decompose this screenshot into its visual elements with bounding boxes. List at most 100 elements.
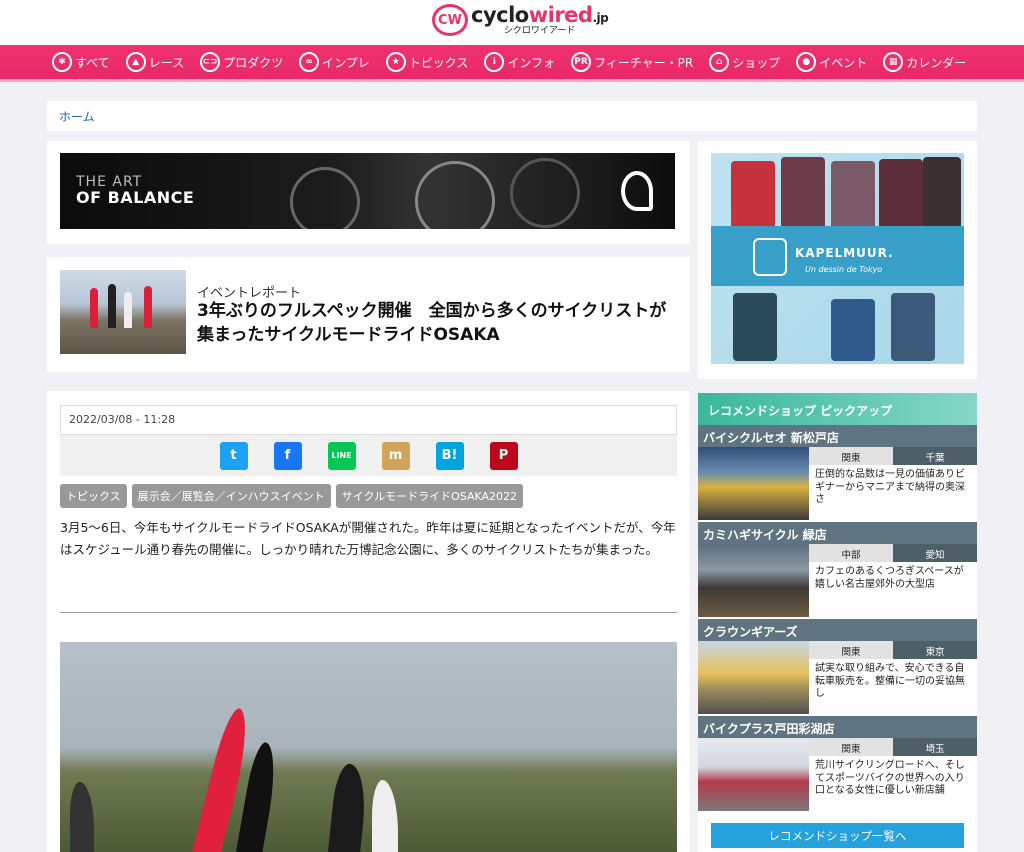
twitter-share-button[interactable]: t — [219, 441, 248, 470]
site-header: CW cyclowired.jp シクロワイアード — [0, 0, 1024, 45]
logo-subtitle: シクロワイアード — [503, 25, 576, 36]
flag-shape — [90, 288, 98, 328]
products-icon: ⊂⊃ — [200, 52, 221, 72]
shop-photo[interactable] — [698, 641, 809, 714]
shop-photo[interactable] — [698, 447, 809, 520]
tag-chip[interactable]: サイクルモードライドOSAKA2022 — [335, 484, 524, 508]
shop-prefecture: 千葉 — [893, 447, 977, 465]
brand-logo-icon — [621, 171, 653, 211]
lead-category: イベントレポート — [197, 286, 302, 301]
person-image — [831, 161, 875, 233]
info-icon: i — [484, 52, 505, 72]
ad-text: THE ART OF BALANCE — [76, 174, 195, 207]
flag-shape — [124, 292, 132, 328]
shop-prefecture: 埼玉 — [893, 738, 977, 756]
brand-name: KAPELMUUR. — [795, 246, 894, 260]
lead-article-card[interactable]: イベントレポート 3年ぶりのフルスペック開催 全国から多くのサイクリストが集まっ… — [47, 257, 690, 372]
facebook-share-button[interactable]: f — [273, 441, 302, 470]
nav-item-label: フィーチャー・PR — [594, 55, 694, 70]
nav-item-label: インフォ — [507, 55, 556, 70]
ad-box: THE ART OF BALANCE — [47, 141, 690, 244]
recommend-list-button[interactable]: レコメンドショップ一覧へ — [711, 823, 964, 848]
recommend-heading: レコメンドショップ ピックアップ — [698, 393, 977, 425]
nav-item-label: プロダクツ — [223, 55, 284, 70]
shop-card[interactable]: カミハギサイクル 緑店 中部 愛知カフェのあるくつろぎスペースが嬉しい名古屋郊外の大… — [698, 522, 977, 619]
shop-name[interactable]: バイクプラス戸田彩湖店 — [698, 716, 977, 738]
shop-name[interactable]: カミハギサイクル 緑店 — [698, 522, 977, 544]
topics-icon: ★ — [385, 52, 406, 72]
nav-item[interactable]: ✱ すべて — [52, 52, 110, 72]
person-image — [781, 157, 825, 229]
bike-wheel-icon — [290, 167, 360, 229]
brand-tagline: Un dessin de Tokyo — [805, 265, 883, 274]
nav-item-label: レース — [148, 55, 185, 70]
shop-name[interactable]: クラウンギアーズ — [698, 619, 977, 641]
nav-item-label: イベント — [819, 55, 868, 70]
pr-icon: PR — [571, 52, 592, 72]
shop-list: バイシクルセオ 新松戸店 関東 千葉 圧倒的な品数は一見の価値ありビギナーからマニアま… — [698, 425, 977, 813]
flag-shape — [144, 286, 152, 328]
event-pin-icon: ● — [796, 52, 817, 72]
sidebar-ad-box: KAPELMUUR. Un dessin de Tokyo — [698, 141, 977, 379]
nav-item[interactable]: ● イベント — [796, 52, 867, 72]
shop-region: 関東 — [809, 641, 893, 659]
nav-item[interactable]: i インフォ — [484, 52, 555, 72]
lead-title[interactable]: 3年ぶりのフルスペック開催 全国から多くのサイクリストが集まったサイクルモードラ… — [197, 300, 677, 348]
share-bar: t f LINE m B! P — [60, 435, 677, 476]
nav-item-label: インプレ — [322, 55, 370, 70]
shop-photo[interactable] — [698, 738, 809, 811]
nav-item[interactable]: ▦ カレンダー — [883, 52, 966, 72]
shop-card[interactable]: クラウンギアーズ 関東 東京試実な取り組みで、安心できる自転車販売を。整備に一切の妥… — [698, 619, 977, 716]
nav-item[interactable]: PR フィーチャー・PR — [571, 52, 693, 72]
shop-description: 荒川サイクリングロードへ、そしてスポーツバイクの世界への入り口となる女性に優しい… — [815, 760, 965, 796]
site-logo[interactable]: CW cyclowired.jp シクロワイアード — [432, 4, 609, 36]
lion-crest-icon — [753, 238, 787, 276]
banner-flag — [70, 782, 94, 852]
shop-card[interactable]: バイシクルセオ 新松戸店 関東 千葉圧倒的な品数は一見の価値ありビギナーからマニアま… — [698, 425, 977, 522]
pinterest-share-button[interactable]: P — [489, 441, 518, 470]
nav-item[interactable]: ⌂ ショップ — [709, 52, 780, 72]
person-image — [923, 157, 961, 229]
shop-prefecture: 東京 — [893, 641, 977, 659]
article-photo — [60, 642, 677, 852]
line-share-button[interactable]: LINE — [327, 441, 356, 470]
sidebar-ad[interactable]: KAPELMUUR. Un dessin de Tokyo — [711, 153, 964, 364]
banner-flag — [372, 780, 398, 852]
person-image — [879, 159, 923, 231]
bike-wheel-icon — [510, 158, 580, 228]
shop-description: 試実な取り組みで、安心できる自転車販売を。整備に一切の妥協無し — [815, 663, 965, 699]
person-image — [891, 293, 935, 361]
impression-icon: ∞ — [299, 52, 320, 72]
nav-items: ✱ すべて ▲ レース ⊂⊃ プロダクツ ∞ インプレ ★ トピックス i インフォ PR フィーチャー・… — [52, 45, 982, 79]
tag-chip[interactable]: 展示会／展覧会／インハウスイベント — [131, 484, 331, 508]
nav-item[interactable]: ▲ レース — [125, 52, 185, 72]
bike-wheel-icon — [415, 161, 495, 229]
shop-region: 中部 — [809, 544, 893, 562]
lead-thumbnail — [60, 270, 186, 354]
recommend-shops: レコメンドショップ ピックアップ バイシクルセオ 新松戸店 関東 千葉 圧倒的な品数は… — [698, 393, 977, 852]
nav-item[interactable]: ∞ インプレ — [299, 52, 370, 72]
mixi-share-button[interactable]: m — [381, 441, 410, 470]
banner-flag — [326, 762, 370, 852]
shop-prefecture: 愛知 — [893, 544, 977, 562]
breadcrumb-home-link[interactable]: ホーム — [59, 110, 95, 124]
shop-region: 関東 — [809, 447, 893, 465]
article-body: 3月5〜6日、今年もサイクルモードライドOSAKAが開催された。昨年は夏に延期と… — [60, 520, 676, 557]
article: 2022/03/08 - 11:28 t f LINE m B! P トピックス 展示会／展… — [47, 391, 690, 852]
shop-description: カフェのあるくつろぎスペースが嬉しい名古屋郊外の大型店 — [815, 566, 964, 590]
star-icon: ✱ — [52, 52, 72, 72]
article-date: 2022/03/08 - 11:28 — [60, 405, 677, 435]
shop-card[interactable]: バイクプラス戸田彩湖店 関東 埼玉 荒川サイクリングロードへ、そしてスポーツバイクの世… — [698, 716, 977, 813]
shop-photo[interactable] — [698, 544, 809, 617]
ad-banner[interactable]: THE ART OF BALANCE — [60, 153, 675, 229]
hatena-share-button[interactable]: B! — [435, 441, 464, 470]
nav-item[interactable]: ★ トピックス — [385, 52, 468, 72]
person-image — [733, 293, 777, 361]
flag-shape — [108, 284, 116, 328]
race-icon: ▲ — [125, 52, 146, 72]
shop-name[interactable]: バイシクルセオ 新松戸店 — [698, 425, 977, 447]
shop-description: 圧倒的な品数は一見の価値ありビギナーからマニアまで納得の奥深さ — [815, 469, 965, 505]
nav-item[interactable]: ⊂⊃ プロダクツ — [200, 52, 283, 72]
tag-chip[interactable]: トピックス — [60, 484, 127, 508]
shop-icon: ⌂ — [709, 52, 730, 72]
